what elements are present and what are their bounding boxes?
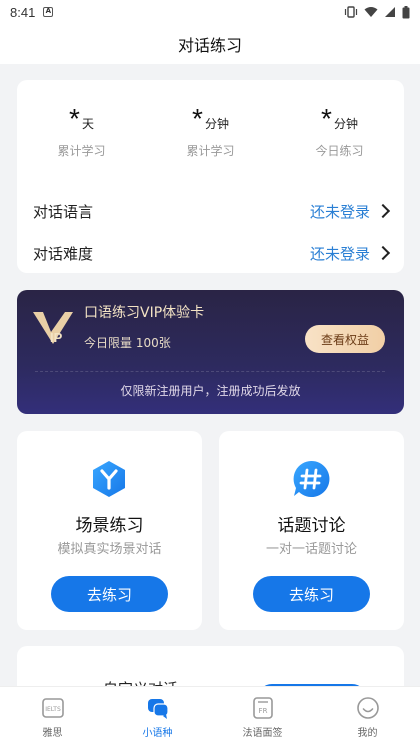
topic-discussion-button[interactable]: 去练习: [253, 576, 370, 612]
stat-total-days: * 天 累计学习: [17, 104, 146, 159]
scene-practice-title: 场景练习: [75, 516, 144, 536]
status-bar: 8:41 A: [0, 0, 420, 24]
stats-row: * 天 累计学习 * 分钟 累计学习 * 分钟 今日练习: [17, 104, 404, 159]
scene-practice-card[interactable]: 场景练习 模拟真实场景对话 去练习: [17, 431, 202, 630]
vip-divider: [35, 371, 385, 372]
tab-label: 小语种: [142, 728, 173, 739]
stat-unit: 天: [81, 117, 94, 131]
difficulty-label: 对话难度: [33, 244, 94, 263]
status-icons: [344, 5, 410, 19]
ielts-badge-text: IELTS: [45, 706, 61, 713]
chevron-right-icon: [375, 203, 391, 219]
vip-logo: IP: [31, 308, 75, 348]
tab-me[interactable]: 我的: [315, 687, 420, 746]
language-setting-row[interactable]: 对话语言 还未登录: [33, 196, 391, 226]
tab-label: 雅思: [42, 728, 63, 739]
a-badge-icon: A: [43, 7, 54, 17]
stat-label: 累计学习: [57, 144, 106, 158]
chevron-right-icon: [375, 245, 391, 261]
language-label: 对话语言: [33, 202, 94, 221]
stat-today-minutes: * 分钟 今日练习: [275, 104, 404, 159]
difficulty-setting-row[interactable]: 对话难度 还未登录: [33, 238, 391, 268]
status-time: 8:41: [10, 4, 36, 20]
tab-ielts[interactable]: IELTS 雅思: [0, 687, 105, 746]
smiley-icon: [356, 697, 379, 719]
scene-practice-button[interactable]: 去练习: [51, 576, 168, 612]
tab-label: 法语面签: [242, 728, 283, 739]
tab-french-visa[interactable]: FR 法语面签: [210, 687, 315, 746]
stat-unit: 分钟: [204, 117, 229, 131]
view-benefits-button[interactable]: 查看权益: [305, 325, 385, 353]
signal-icon: [385, 7, 395, 17]
vip-title: 口语练习VIP体验卡: [84, 305, 205, 321]
battery-icon: [402, 5, 410, 18]
stat-total-minutes: * 分钟 累计学习: [146, 104, 275, 159]
chat-bubble-icon: [147, 699, 169, 719]
topic-discussion-subtitle: 一对一话题讨论: [265, 542, 357, 557]
language-value: 还未登录: [309, 202, 370, 221]
wifi-icon: [364, 7, 378, 17]
vip-card[interactable]: IP 口语练习VIP体验卡 今日限量 100张 查看权益 仅限新注册用户，注册成…: [17, 290, 404, 414]
stat-value: *: [321, 103, 332, 134]
fr-document-icon: FR: [252, 697, 273, 719]
topic-hash-icon: [293, 460, 330, 497]
stat-value: *: [69, 103, 80, 134]
topic-discussion-title: 话题讨论: [277, 516, 346, 536]
bottom-tab-bar: IELTS 雅思 小语种 FR 法语面签 我的: [0, 686, 420, 746]
stat-value: *: [192, 103, 203, 134]
stat-unit: 分钟: [333, 117, 358, 131]
difficulty-value: 还未登录: [309, 244, 370, 263]
vip-subtitle: 今日限量 100张: [84, 336, 171, 350]
vip-logo-text: IP: [50, 330, 63, 345]
stat-label: 累计学习: [186, 144, 235, 158]
ielts-icon: IELTS: [41, 698, 64, 718]
vibrate-icon: [344, 6, 358, 18]
scene-practice-subtitle: 模拟真实场景对话: [57, 542, 162, 557]
scene-y-icon: [93, 461, 125, 497]
tab-label: 我的: [357, 728, 378, 739]
vip-note: 仅限新注册用户，注册成功后发放: [120, 384, 301, 398]
page-title: 对话练习: [177, 36, 242, 55]
tab-minor-languages[interactable]: 小语种: [105, 687, 210, 746]
stats-card: * 天 累计学习 * 分钟 累计学习 * 分钟 今日练习 对话语言 还未登录 对话难度…: [17, 80, 404, 273]
fr-badge-text: FR: [258, 707, 267, 715]
title-bar: 对话练习: [0, 24, 420, 64]
topic-discussion-card[interactable]: 话题讨论 一对一话题讨论 去练习: [219, 431, 404, 630]
stat-label: 今日练习: [315, 144, 364, 158]
